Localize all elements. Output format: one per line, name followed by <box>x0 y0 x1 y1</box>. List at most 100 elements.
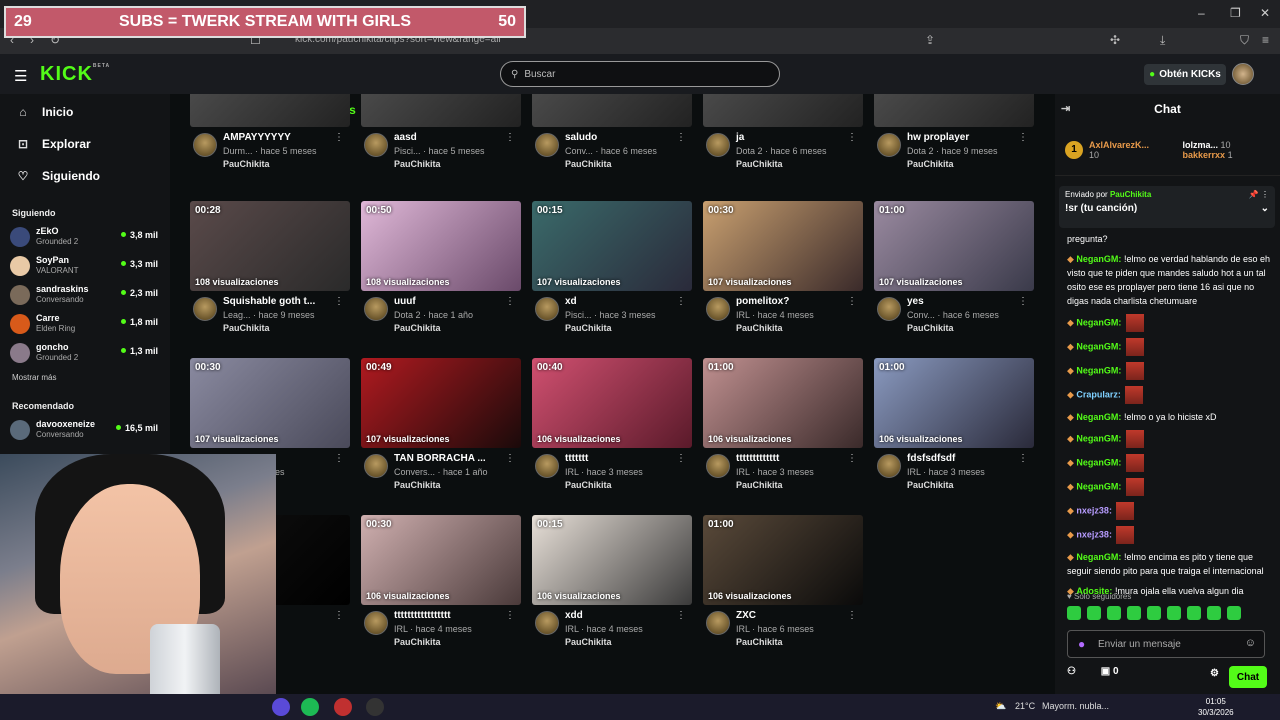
maximize-icon[interactable]: ❐ <box>1230 6 1241 20</box>
chevron-down-icon[interactable]: ⌄ <box>1261 203 1269 214</box>
clip-thumbnail[interactable]: 00:15 107 visualizaciones <box>532 201 692 291</box>
clip-title[interactable]: fdsfsdfsdf <box>907 453 955 464</box>
clip-options-icon[interactable]: ⋮ <box>505 296 515 307</box>
clip-channel-name[interactable]: PauChikita <box>223 159 270 169</box>
clip-channel-avatar[interactable] <box>706 611 730 635</box>
clip-channel-name[interactable]: PauChikita <box>907 159 954 169</box>
clip-options-icon[interactable]: ⋮ <box>676 296 686 307</box>
clip-channel-avatar[interactable] <box>706 297 730 321</box>
clip-options-icon[interactable]: ⋮ <box>847 453 857 464</box>
emote-icon[interactable] <box>1067 606 1081 620</box>
chat-message-input[interactable]: ● Enviar un mensaje ☺ <box>1067 630 1265 658</box>
chat-username[interactable]: NeganGM: <box>1076 341 1121 351</box>
followed-channel[interactable]: davooxeneize Conversando 16,5 mil <box>0 415 170 444</box>
clip-card[interactable]: hw proplayer Dota 2 · hace 9 meses PauChik… <box>874 94 1034 177</box>
close-icon[interactable]: ✕ <box>1260 6 1270 20</box>
sidebar-nav-item[interactable]: ⌂ Inicio <box>0 96 170 128</box>
clip-channel-avatar[interactable] <box>535 454 559 478</box>
clip-options-icon[interactable]: ⋮ <box>505 132 515 143</box>
weather-icon[interactable]: ⛅ <box>995 701 1006 712</box>
clip-channel-avatar[interactable] <box>193 133 217 157</box>
clip-thumbnail[interactable]: 01:00 106 visualizaciones <box>703 358 863 448</box>
clip-channel-avatar[interactable] <box>877 133 901 157</box>
browser-app-icon[interactable] <box>366 698 384 716</box>
kick-logo[interactable]: KICKBETA <box>40 63 110 86</box>
emote-icon[interactable] <box>1167 606 1181 620</box>
followed-channel[interactable]: Carre Elden Ring 1,8 mil <box>0 309 170 338</box>
clip-options-icon[interactable]: ⋮ <box>847 296 857 307</box>
gift-icon[interactable]: ▣ <box>1101 666 1110 677</box>
search-input[interactable]: ⚲ Buscar <box>500 61 780 87</box>
chat-username[interactable]: nxejz38: <box>1076 529 1112 539</box>
clip-options-icon[interactable]: ⋮ <box>847 610 857 621</box>
clip-thumbnail[interactable] <box>874 94 1034 127</box>
clip-channel-name[interactable]: PauChikita <box>565 159 612 169</box>
menu-icon[interactable]: ≡ <box>1262 33 1269 47</box>
clip-channel-name[interactable]: PauChikita <box>565 323 612 333</box>
clip-thumbnail[interactable]: 01:00 106 visualizaciones <box>874 358 1034 448</box>
clip-channel-name[interactable]: PauChikita <box>736 480 783 490</box>
clip-title[interactable]: xdd <box>565 610 583 621</box>
clip-channel-name[interactable]: PauChikita <box>394 637 441 647</box>
chat-username[interactable]: NeganGM: <box>1076 481 1121 491</box>
clip-thumbnail[interactable]: 01:00 106 visualizaciones <box>703 515 863 605</box>
clip-title[interactable]: yes <box>907 296 924 307</box>
clip-title[interactable]: Squishable goth t... <box>223 296 315 307</box>
clip-channel-avatar[interactable] <box>535 611 559 635</box>
chat-username[interactable]: nxejz38: <box>1076 505 1112 515</box>
emoji-icon[interactable]: ☺ <box>1245 637 1256 649</box>
clip-thumbnail[interactable]: 00:30 106 visualizaciones <box>361 515 521 605</box>
clip-options-icon[interactable]: ⋮ <box>334 610 344 621</box>
clip-card[interactable]: saludo Conv... · hace 6 meses PauChikita ⋮ <box>532 94 692 177</box>
hamburger-menu-icon[interactable]: ☰ <box>14 67 27 85</box>
clip-card[interactable]: 01:00 106 visualizaciones ttttttttttttt IRL… <box>703 358 863 498</box>
clip-title[interactable]: TAN BORRACHA ... <box>394 453 486 464</box>
clip-options-icon[interactable]: ⋮ <box>334 132 344 143</box>
clip-options-icon[interactable]: ⋮ <box>1018 296 1028 307</box>
chat-username[interactable]: NeganGM: <box>1076 317 1121 327</box>
clip-card[interactable]: 00:50 108 visualizaciones uuuf Dota 2 · hac… <box>361 201 521 341</box>
download-icon[interactable]: ⤓ <box>1160 33 1165 48</box>
clip-channel-name[interactable]: PauChikita <box>394 480 441 490</box>
clip-card[interactable]: 00:40 106 visualizaciones ttttttt IRL · hac… <box>532 358 692 498</box>
pin-icon[interactable]: 📌 ⋮ <box>1249 190 1269 199</box>
leader-2-name[interactable]: lolzma... <box>1183 140 1219 150</box>
clip-thumbnail[interactable] <box>190 94 350 127</box>
clip-thumbnail[interactable]: 01:00 107 visualizaciones <box>874 201 1034 291</box>
emote-icon[interactable] <box>1087 606 1101 620</box>
clip-channel-name[interactable]: PauChikita <box>394 159 441 169</box>
clip-title[interactable]: aasd <box>394 132 417 143</box>
clip-card[interactable]: 00:15 106 visualizaciones xdd IRL · hace 4 … <box>532 515 692 655</box>
clip-title[interactable]: AMPAYYYYYY <box>223 132 291 143</box>
clip-card[interactable]: AMPAYYYYYY Durm... · hace 5 meses PauChiki… <box>190 94 350 177</box>
collapse-chat-icon[interactable]: ⇥ <box>1061 102 1070 115</box>
clip-title[interactable]: ZXC <box>736 610 756 621</box>
clip-thumbnail[interactable]: 00:50 108 visualizaciones <box>361 201 521 291</box>
clip-thumbnail[interactable] <box>532 94 692 127</box>
clip-options-icon[interactable]: ⋮ <box>676 132 686 143</box>
clip-card[interactable]: 01:00 107 visualizaciones yes Conv... · hac… <box>874 201 1034 341</box>
clip-channel-name[interactable]: PauChikita <box>223 323 270 333</box>
clip-channel-name[interactable]: PauChikita <box>736 323 783 333</box>
clip-channel-avatar[interactable] <box>535 297 559 321</box>
clip-channel-name[interactable]: PauChikita <box>736 637 783 647</box>
clip-title[interactable]: uuuf <box>394 296 416 307</box>
clip-channel-avatar[interactable] <box>706 133 730 157</box>
clip-title[interactable]: hw proplayer <box>907 132 969 143</box>
extensions-icon[interactable]: ✣ <box>1110 33 1120 47</box>
clip-thumbnail[interactable]: 00:28 108 visualizaciones <box>190 201 350 291</box>
app-icon[interactable] <box>272 698 290 716</box>
clip-thumbnail[interactable]: 00:30 107 visualizaciones <box>703 201 863 291</box>
clip-card[interactable]: ja Dota 2 · hace 6 meses PauChikita ⋮ <box>703 94 863 177</box>
clip-options-icon[interactable]: ⋮ <box>1018 132 1028 143</box>
clip-title[interactable]: xd <box>565 296 577 307</box>
clip-channel-avatar[interactable] <box>193 297 217 321</box>
clip-thumbnail[interactable]: 00:49 107 visualizaciones <box>361 358 521 448</box>
clip-thumbnail[interactable]: 00:30 107 visualizaciones <box>190 358 350 448</box>
clip-title[interactable]: ja <box>736 132 744 143</box>
chat-username[interactable]: NeganGM: <box>1076 552 1121 562</box>
clip-options-icon[interactable]: ⋮ <box>676 453 686 464</box>
clip-channel-avatar[interactable] <box>364 297 388 321</box>
leader-3-name[interactable]: bakkerrxx <box>1183 150 1226 160</box>
clip-title[interactable]: pomelitox? <box>736 296 789 307</box>
